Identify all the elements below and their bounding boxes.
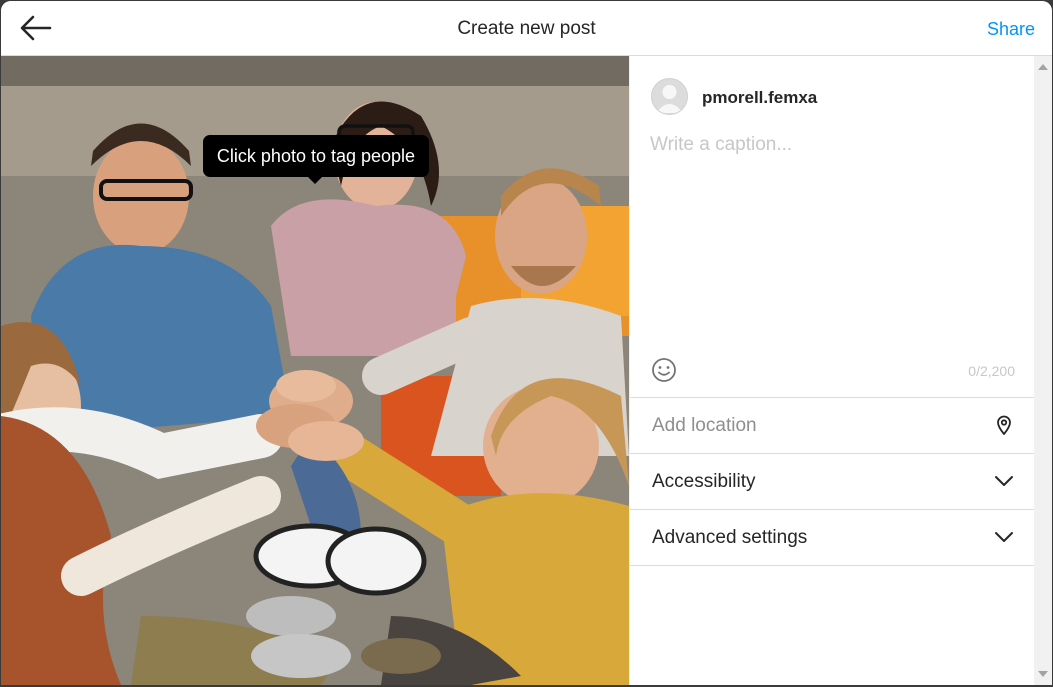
map-pin-icon (993, 414, 1015, 436)
caption-input[interactable] (650, 134, 1015, 334)
post-details-panel: pmorell.femxa 0/2,200 Add location Acces… (629, 56, 1035, 685)
create-post-dialog: Create new post Share Click photo to tag… (1, 1, 1052, 685)
emoji-button[interactable] (651, 357, 677, 383)
accessibility-label: Accessibility (652, 471, 756, 492)
smiley-icon (652, 358, 676, 382)
chevron-down-icon (993, 526, 1015, 548)
dialog-title: Create new post (457, 18, 596, 39)
add-location-input[interactable]: Add location (652, 415, 757, 437)
panel-scrollbar[interactable] (1034, 56, 1052, 685)
tag-people-tooltip: Click photo to tag people (203, 135, 429, 184)
avatar (651, 78, 688, 115)
default-avatar-icon (656, 85, 683, 113)
advanced-settings-label: Advanced settings (652, 527, 808, 548)
chevron-down-icon (993, 470, 1015, 492)
caption-char-count: 0/2,200 (968, 363, 1015, 379)
add-location-row[interactable]: Add location (630, 397, 1035, 453)
accessibility-row[interactable]: Accessibility (630, 453, 1035, 509)
divider (630, 565, 1035, 566)
post-photo[interactable]: Click photo to tag people (1, 56, 629, 685)
dialog-header: Create new post Share (1, 1, 1052, 56)
scroll-down-arrow-icon[interactable] (1038, 671, 1048, 677)
share-button[interactable]: Share (987, 19, 1035, 40)
advanced-settings-row[interactable]: Advanced settings (630, 509, 1035, 565)
username: pmorell.femxa (702, 88, 818, 107)
scroll-up-arrow-icon[interactable] (1038, 64, 1048, 70)
